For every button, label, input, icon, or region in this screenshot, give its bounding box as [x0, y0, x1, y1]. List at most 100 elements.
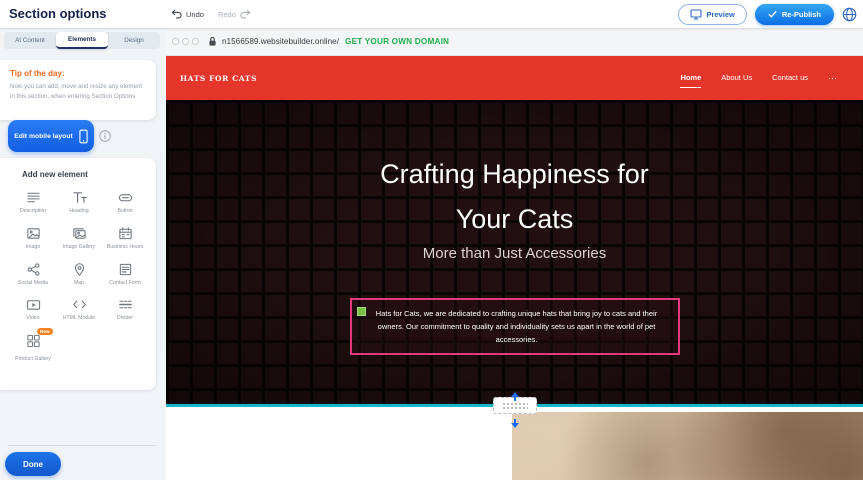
business-hours-icon: [118, 226, 133, 241]
sidebar: AI Content Elements Design Tip of the da…: [0, 28, 166, 480]
edit-mobile-layout-button[interactable]: Edit mobile layout: [8, 120, 94, 152]
redo-button[interactable]: Redo: [218, 9, 251, 20]
element-item-map[interactable]: Map: [56, 259, 102, 290]
republish-label: Re-Publish: [782, 10, 821, 19]
element-item-label: Business Hours: [107, 244, 143, 251]
carpet-photo: [512, 412, 863, 480]
social-media-icon: [26, 262, 41, 277]
element-item-social-media[interactable]: Social Media: [10, 259, 56, 290]
element-item-image[interactable]: Image: [10, 223, 56, 254]
element-item-label: Image: [26, 244, 40, 251]
element-item-description[interactable]: Description: [10, 187, 56, 218]
element-item-label: Product Gallery: [15, 356, 51, 363]
site-logo[interactable]: HATS FOR CATS: [180, 74, 257, 83]
image-placeholder-chip[interactable]: [357, 307, 366, 316]
resize-arrow-down-icon: [510, 415, 520, 433]
element-grid: Description Heading Button: [0, 181, 156, 372]
map-pin-icon: [72, 262, 87, 277]
tab-design[interactable]: Design: [108, 32, 160, 49]
tab-ai-content[interactable]: AI Content: [4, 32, 56, 49]
undo-button[interactable]: Undo: [171, 9, 204, 20]
heading-icon: [72, 190, 87, 205]
done-button[interactable]: Done: [5, 452, 61, 476]
divider-icon: [118, 297, 133, 312]
globe-icon: [842, 7, 857, 22]
element-item-image-gallery[interactable]: Image Gallery: [56, 223, 102, 254]
element-item-label: Description: [20, 208, 46, 215]
topbar: Section options Undo Redo: [0, 0, 863, 28]
button-icon: [118, 190, 133, 205]
republish-button[interactable]: Re-Publish: [755, 4, 834, 25]
site-nav: Home About Us Contact us ⋯: [680, 73, 837, 84]
tip-of-the-day-card: Tip of the day: Now you can add, move an…: [0, 60, 156, 120]
resize-arrow-up-icon: [510, 388, 520, 406]
hero-subheading[interactable]: More than Just Accessories: [166, 245, 863, 262]
sidebar-tabs: AI Content Elements Design: [4, 32, 160, 49]
website-builder-app: Section options Undo Redo: [0, 0, 863, 480]
nav-item-contact-us[interactable]: Contact us: [772, 73, 808, 84]
element-item-label: HTML Module: [63, 315, 95, 322]
add-new-element-panel: Add new element Description Heading: [0, 158, 156, 390]
browser-dot: [192, 38, 199, 45]
element-item-label: Divider: [117, 315, 133, 322]
site-url: n1566589.websitebuilder.online/: [222, 37, 339, 46]
new-badge: New: [37, 328, 52, 335]
element-item-label: Map: [74, 280, 84, 287]
info-icon: [99, 130, 111, 142]
element-item-contact-form[interactable]: Contact Form: [102, 259, 148, 290]
element-item-label: Heading: [69, 208, 88, 215]
redo-icon: [240, 9, 251, 20]
element-item-button[interactable]: Button: [102, 187, 148, 218]
edit-mobile-layout-label: Edit mobile layout: [14, 133, 73, 140]
image-gallery-icon: [72, 226, 87, 241]
nav-more-icon[interactable]: ⋯: [828, 73, 837, 84]
contact-form-icon: [118, 262, 133, 277]
undo-label: Undo: [186, 10, 204, 19]
nav-item-about-us[interactable]: About Us: [721, 73, 752, 84]
element-item-divider[interactable]: Divider: [102, 294, 148, 325]
add-panel-title: Add new element: [0, 158, 156, 181]
browser-dot: [182, 38, 189, 45]
monitor-icon: [690, 9, 702, 20]
hero-section[interactable]: Crafting Happiness for Your Cats More th…: [166, 100, 863, 404]
lock-icon: [208, 36, 217, 47]
element-item-label: Contact Form: [109, 280, 140, 287]
element-item-label: Social Media: [18, 280, 48, 287]
browser-dot: [172, 38, 179, 45]
mobile-layout-info-button[interactable]: [99, 130, 111, 145]
element-item-label: Image Gallery: [63, 244, 95, 251]
description-icon: [26, 190, 41, 205]
sidebar-divider: [8, 445, 156, 446]
history-controls: Undo Redo: [171, 0, 251, 28]
code-icon: [72, 297, 87, 312]
browser-bar: n1566589.websitebuilder.online/ GET YOUR…: [166, 28, 863, 56]
product-gallery-icon: [26, 333, 41, 348]
topbar-actions: Preview Re-Publish: [678, 0, 857, 28]
redo-label: Redo: [218, 10, 236, 19]
element-item-video[interactable]: Video: [10, 294, 56, 325]
hero-heading-line2: Your Cats: [166, 197, 863, 242]
language-globe-button[interactable]: [842, 7, 857, 22]
element-item-html-module[interactable]: HTML Module: [56, 294, 102, 325]
preview-label: Preview: [706, 10, 734, 19]
hero-heading[interactable]: Crafting Happiness for Your Cats: [166, 152, 863, 242]
tip-body: Now you can add, move and resize any ele…: [10, 82, 146, 101]
element-item-label: Button: [118, 208, 133, 215]
get-your-own-domain-link[interactable]: GET YOUR OWN DOMAIN: [345, 37, 449, 46]
hero-heading-line1: Crafting Happiness for: [166, 152, 863, 197]
element-item-business-hours[interactable]: Business Hours: [102, 223, 148, 254]
video-icon: [26, 297, 41, 312]
undo-icon: [171, 9, 182, 20]
element-item-heading[interactable]: Heading: [56, 187, 102, 218]
tab-elements[interactable]: Elements: [56, 32, 108, 49]
check-icon: [768, 10, 777, 18]
hero-paragraph-box[interactable]: Hats for Cats, we are dedicated to craft…: [350, 298, 680, 355]
tip-title: Tip of the day:: [10, 69, 146, 78]
image-icon: [26, 226, 41, 241]
nav-item-home[interactable]: Home: [680, 73, 701, 88]
phone-icon: [79, 129, 88, 144]
element-item-label: Video: [26, 315, 39, 322]
editor-canvas: n1566589.websitebuilder.online/ GET YOUR…: [166, 28, 863, 480]
preview-button[interactable]: Preview: [678, 4, 746, 25]
element-item-product-gallery[interactable]: New Product Gallery: [10, 330, 56, 366]
